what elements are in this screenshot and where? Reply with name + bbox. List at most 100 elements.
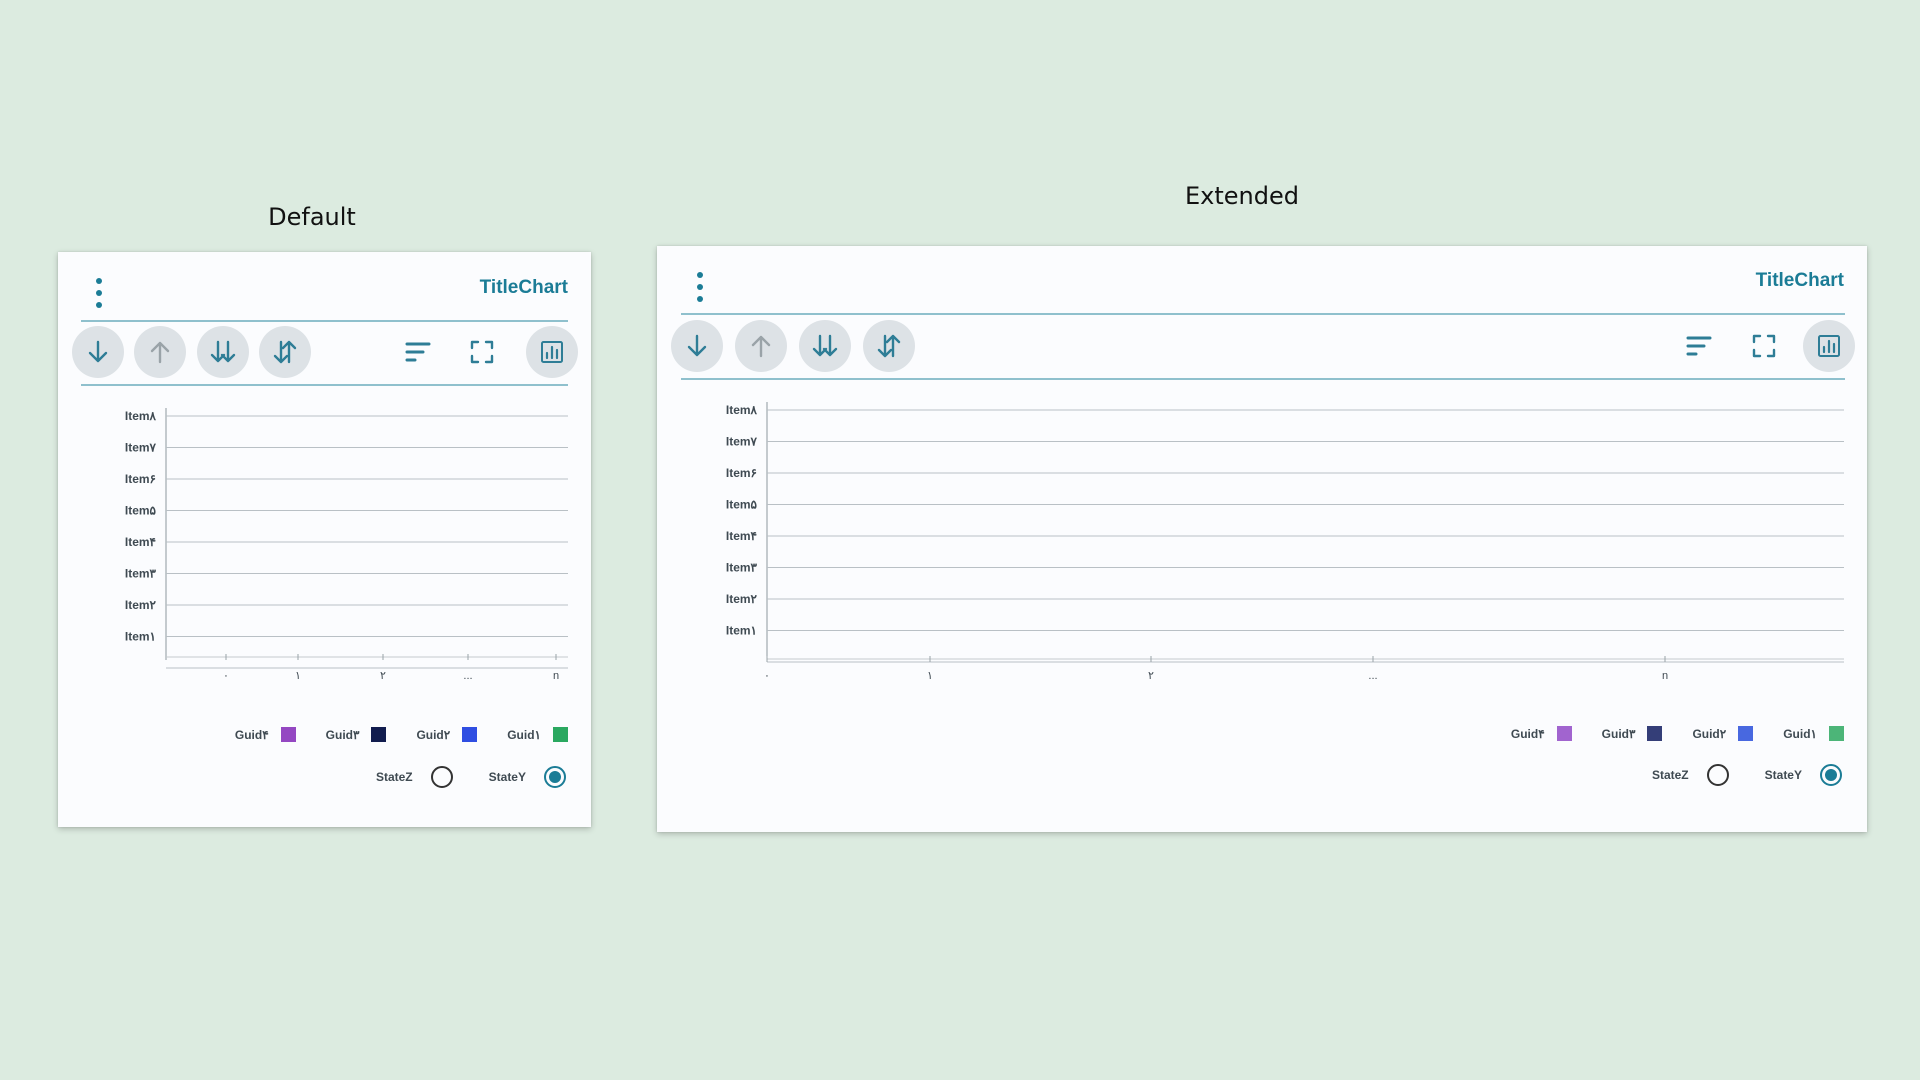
bar-chart: Item۸ Item۷ Item۶ Item۵ Item۴ Item۳ Item۲ Item۱… — [657, 386, 1867, 682]
legend-label: Guid۲ — [1692, 726, 1727, 741]
toolbar-divider — [681, 378, 1845, 380]
sort-descending-button[interactable] — [671, 320, 723, 372]
variant-label-extended: Extended — [1185, 182, 1299, 210]
y-axis-tick-label: Item۵ — [726, 498, 758, 512]
y-axis-tick-label: Item۳ — [125, 567, 157, 581]
chart-card-default: TitleChart Item۸ Item۷ Item۶ Item۵ Item۴ Item… — [58, 252, 591, 827]
state-selector: StateZ StateY — [376, 766, 566, 788]
x-axis-tick-label: ... — [1368, 670, 1377, 682]
fullscreen-button[interactable] — [456, 326, 508, 378]
sort-lines-icon — [1686, 336, 1712, 356]
x-axis-tick-label: ۰ — [223, 670, 229, 682]
legend-item[interactable]: Guid۲ — [416, 727, 478, 742]
bar-chart-svg: Item۸ Item۷ Item۶ Item۵ Item۴ Item۳ Item۲ Item۱… — [726, 402, 1844, 682]
legend-label: Guid۲ — [416, 727, 451, 742]
legend-swatch — [462, 727, 478, 742]
arrow-down-icon — [687, 334, 707, 357]
y-axis-tick-label: Item۸ — [726, 403, 758, 417]
y-axis-tick-label: Item۸ — [125, 409, 157, 423]
state-label: StateY — [1764, 768, 1802, 782]
radio-unchecked-icon[interactable] — [1706, 764, 1729, 786]
more-options-icon[interactable] — [94, 278, 104, 308]
y-axis-tick-label: Item۷ — [726, 435, 758, 449]
swap-vertical-icon — [877, 334, 901, 358]
y-axis-tick-label: Item۴ — [726, 529, 757, 543]
double-sort-down-button[interactable] — [799, 320, 851, 372]
legend-swatch — [1829, 726, 1844, 741]
legend-swatch — [1556, 726, 1572, 741]
more-options-icon[interactable] — [695, 272, 705, 302]
fullscreen-icon — [1752, 334, 1776, 358]
legend-item[interactable]: Guid۴ — [1511, 726, 1572, 741]
swap-sort-button[interactable] — [259, 326, 311, 378]
chart-icon — [1818, 335, 1840, 357]
state-option[interactable]: StateY — [489, 766, 566, 788]
y-axis-tick-label: Item۶ — [726, 466, 757, 480]
sort-ascending-button[interactable] — [735, 320, 787, 372]
state-label: StateZ — [1651, 768, 1689, 782]
swap-sort-button[interactable] — [863, 320, 915, 372]
legend-swatch — [280, 727, 296, 742]
chart-type-button[interactable] — [1803, 320, 1855, 372]
toolbar-divider — [81, 384, 568, 386]
y-axis-tick-label: Item۱ — [125, 630, 156, 644]
bar-chart-svg: Item۸ Item۷ Item۶ Item۵ Item۴ Item۳ Item۲ Item۱… — [125, 408, 568, 682]
chart-type-button[interactable] — [526, 326, 578, 378]
state-option[interactable]: StateY — [1765, 764, 1842, 786]
sort-descending-button[interactable] — [72, 326, 124, 378]
sort-lines-icon — [405, 342, 431, 362]
chart-title: TitleChart — [479, 277, 568, 298]
x-axis-tick-label: ۲ — [380, 670, 386, 682]
bar-chart: Item۸ Item۷ Item۶ Item۵ Item۴ Item۳ Item۲ Item۱… — [58, 392, 591, 682]
variant-label-default: Default — [268, 203, 356, 231]
sort-lines-button[interactable] — [1673, 320, 1725, 372]
chart-title: TitleChart — [1755, 270, 1844, 291]
legend-label: Guid۱ — [507, 727, 541, 742]
x-axis-tick-label: n — [553, 670, 559, 682]
card-header: TitleChart — [657, 246, 1867, 316]
double-arrow-down-icon — [210, 340, 236, 363]
arrow-down-icon — [88, 340, 108, 363]
sort-lines-button[interactable] — [392, 326, 444, 378]
legend-swatch — [371, 727, 387, 742]
x-axis-tick-label: n — [1662, 670, 1668, 682]
double-sort-down-button[interactable] — [197, 326, 249, 378]
radio-checked-icon[interactable] — [1820, 764, 1842, 786]
y-axis-tick-label: Item۴ — [125, 535, 156, 549]
canvas: Default TitleChart Item۸ Item۷ Item۶ Ite… — [0, 0, 1920, 1080]
legend-item[interactable]: Guid۱ — [507, 727, 568, 742]
legend-item[interactable]: Guid۳ — [326, 727, 387, 742]
fullscreen-icon — [470, 340, 494, 364]
legend-swatch — [553, 727, 568, 742]
x-axis-tick-label: ۰ — [764, 670, 770, 682]
header-divider — [81, 320, 568, 322]
legend-label: Guid۴ — [1510, 726, 1545, 741]
y-axis-tick-label: Item۳ — [726, 561, 758, 575]
y-axis-tick-label: Item۲ — [726, 592, 758, 606]
legend-swatch — [1647, 726, 1663, 741]
y-axis-tick-label: Item۲ — [125, 598, 157, 612]
state-label: StateY — [488, 770, 526, 784]
swap-vertical-icon — [273, 340, 297, 364]
state-option[interactable]: StateZ — [1652, 764, 1729, 786]
legend-label: Guid۴ — [234, 727, 269, 742]
chart-card-extended: TitleChart Item۸ Item۷ Item۶ Item۵ Item۴ Item… — [657, 246, 1867, 832]
state-selector: StateZ StateY — [1652, 764, 1842, 786]
legend-item[interactable]: Guid۳ — [1602, 726, 1663, 741]
x-axis-tick-label: ... — [463, 670, 472, 682]
legend-item[interactable]: Guid۴ — [235, 727, 296, 742]
legend-item[interactable]: Guid۲ — [1692, 726, 1754, 741]
header-divider — [681, 313, 1845, 315]
x-axis-tick-label: ۲ — [1148, 670, 1154, 682]
card-header: TitleChart — [58, 252, 591, 322]
sort-ascending-button[interactable] — [134, 326, 186, 378]
legend: Guid۴ Guid۳ Guid۲ Guid۱ — [235, 727, 568, 742]
state-option[interactable]: StateZ — [376, 766, 453, 788]
radio-unchecked-icon[interactable] — [430, 766, 453, 788]
legend-label: Guid۱ — [1783, 726, 1817, 741]
x-axis-tick-label: ۱ — [295, 670, 301, 682]
radio-checked-icon[interactable] — [544, 766, 566, 788]
state-label: StateZ — [375, 770, 413, 784]
legend-item[interactable]: Guid۱ — [1783, 726, 1844, 741]
fullscreen-button[interactable] — [1738, 320, 1790, 372]
